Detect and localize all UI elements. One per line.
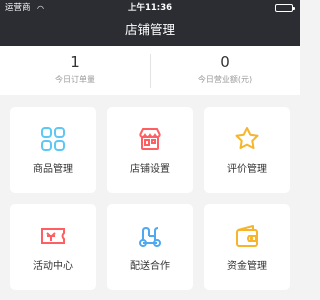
scooter-icon bbox=[139, 226, 161, 247]
store-settings-button[interactable]: 店铺设置 bbox=[107, 107, 193, 193]
product-grid-icon bbox=[41, 127, 65, 151]
management-menu: 商品管理 店铺设置 评价管理 活动中心 配送合作 资金管理 bbox=[10, 107, 290, 297]
battery-icon bbox=[275, 4, 295, 12]
activity-center-button[interactable]: 活动中心 bbox=[10, 204, 96, 290]
fund-management-label: 资金管理 bbox=[227, 261, 267, 272]
delivery-cooperation-button[interactable]: 配送合作 bbox=[107, 204, 193, 290]
today-orders-stat: 1 今日订单量 bbox=[0, 46, 150, 95]
today-revenue-value: 0 bbox=[220, 53, 230, 71]
storefront-icon bbox=[139, 128, 161, 150]
today-orders-label: 今日订单量 bbox=[55, 75, 95, 84]
delivery-cooperation-label: 配送合作 bbox=[130, 261, 170, 272]
status-time: 上午11:36 bbox=[127, 3, 173, 13]
product-management-button[interactable]: 商品管理 bbox=[10, 107, 96, 193]
page-title: 店铺管理 bbox=[124, 22, 175, 37]
review-management-button[interactable]: 评价管理 bbox=[204, 107, 290, 193]
review-management-label: 评价管理 bbox=[227, 164, 267, 175]
today-orders-value: 1 bbox=[70, 53, 80, 71]
fund-management-button[interactable]: 资金管理 bbox=[204, 204, 290, 290]
product-management-label: 商品管理 bbox=[33, 164, 73, 175]
today-revenue-label: 今日营业额(元) bbox=[197, 75, 253, 84]
store-settings-label: 店铺设置 bbox=[130, 164, 170, 175]
today-revenue-stat: 0 今日营业额(元) bbox=[150, 46, 300, 95]
today-summary: 1 今日订单量 0 今日营业额(元) bbox=[0, 46, 300, 95]
activity-center-label: 活动中心 bbox=[33, 261, 73, 272]
star-icon bbox=[235, 127, 259, 149]
ticket-icon bbox=[41, 228, 65, 244]
status-bar: 运营商 ◠ 上午11:36 bbox=[0, 0, 300, 16]
navigation-bar: 运营商 ◠ 上午11:36 店铺管理 bbox=[0, 0, 300, 46]
wallet-icon bbox=[236, 225, 258, 247]
